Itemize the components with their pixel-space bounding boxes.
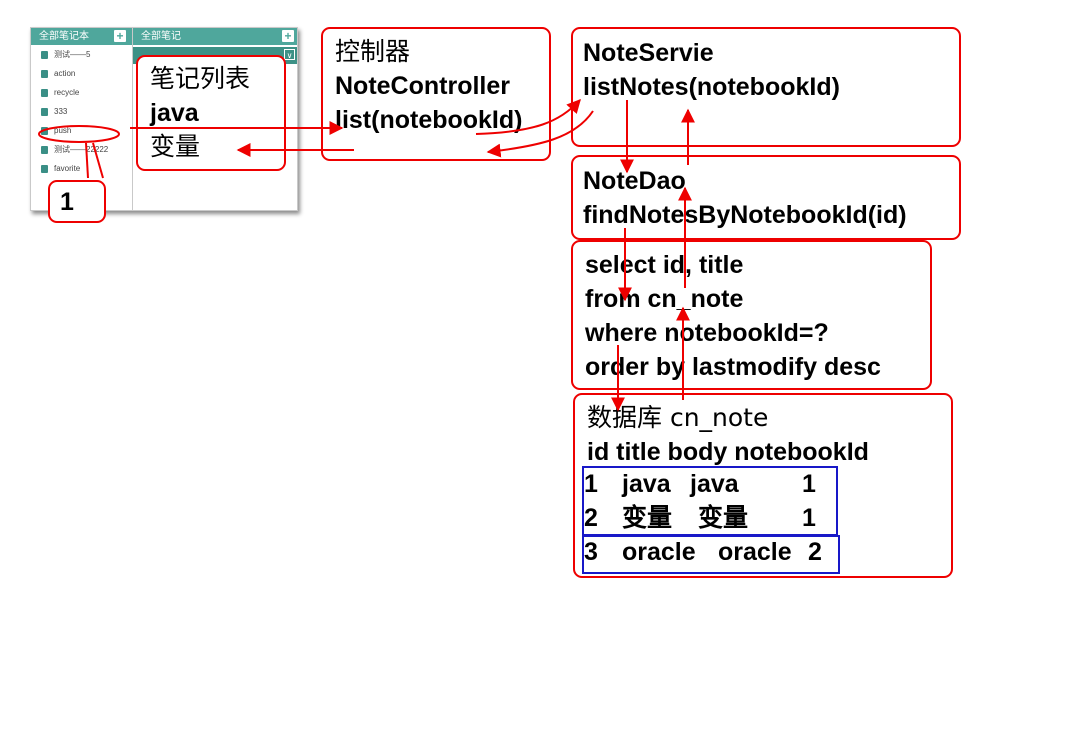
controller-to-service-arrow-icon: [475, 98, 581, 135]
arrows-layer: [38, 98, 695, 412]
callout-pointer: [85, 142, 89, 179]
push-highlight-ellipse: [38, 125, 120, 143]
callout-pointer: [92, 142, 104, 179]
